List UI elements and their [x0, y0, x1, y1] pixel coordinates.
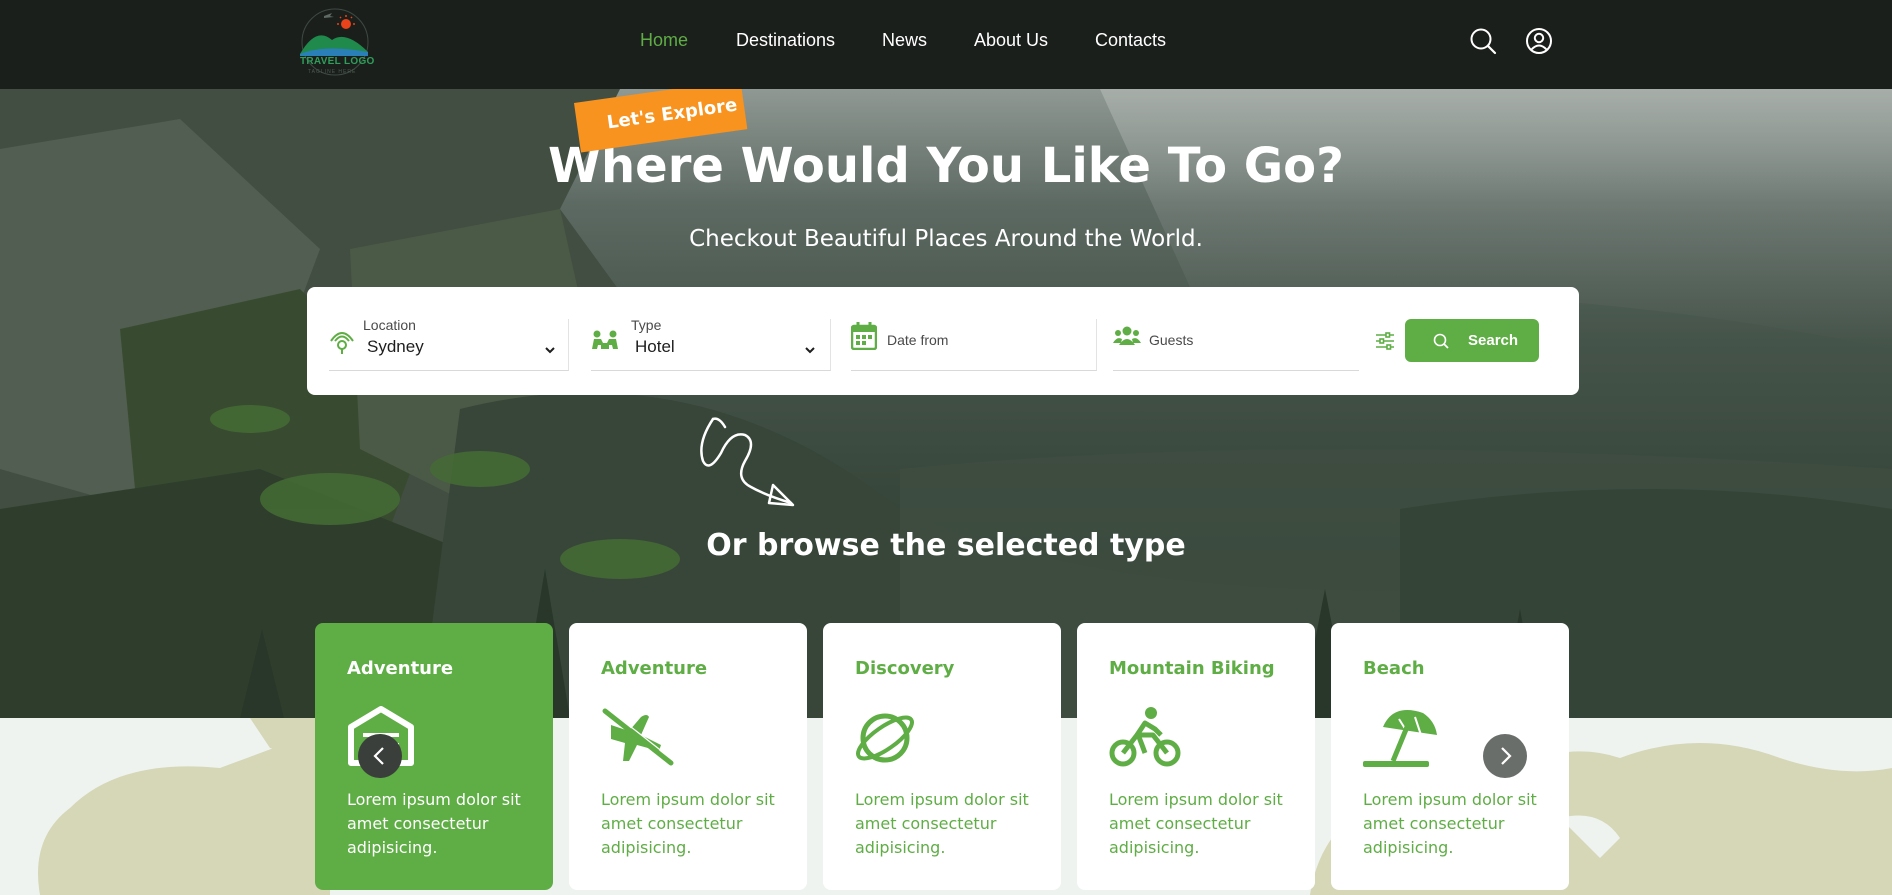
category-card-mountain-biking[interactable]: Mountain Biking Lorem ipsum dolor sit am…	[1077, 623, 1315, 890]
location-label: Location	[363, 317, 416, 333]
location-select[interactable]: Location Sydney	[329, 317, 569, 371]
tag-label: Let's Explore	[605, 94, 739, 134]
date-from-field[interactable]: Date from	[851, 319, 1097, 371]
category-description: Lorem ipsum dolor sit amet consectetur a…	[601, 790, 775, 857]
people-icon	[592, 330, 618, 349]
planet-icon	[856, 713, 914, 763]
category-description: Lorem ipsum dolor sit amet consectetur a…	[855, 790, 1029, 857]
calendar-icon	[851, 322, 877, 350]
nav-home[interactable]: Home	[640, 30, 688, 51]
search-icon	[1433, 333, 1449, 349]
nav-contacts[interactable]: Contacts	[1095, 30, 1166, 51]
nav-about-us[interactable]: About Us	[974, 30, 1048, 51]
category-title: Mountain Biking	[1109, 658, 1275, 679]
hero-subtitle: Checkout Beautiful Places Around the Wor…	[689, 226, 1203, 252]
sliders-icon[interactable]	[1375, 331, 1395, 351]
category-title: Adventure	[347, 658, 454, 679]
nav-news[interactable]: News	[882, 30, 927, 51]
browse-heading: Or browse the selected type	[706, 528, 1186, 563]
logo-text: TRAVEL LOGO	[300, 56, 375, 67]
umbrella-beach-icon	[1363, 710, 1437, 767]
guests-icon	[1113, 326, 1141, 345]
category-title: Beach	[1363, 658, 1425, 679]
plane-off-icon	[602, 707, 674, 766]
logo-tagline: TAGLINE HERE	[308, 69, 357, 75]
date-from-placeholder: Date from	[887, 332, 949, 348]
category-card-discovery[interactable]: Discovery Lorem ipsum dolor sit amet con…	[823, 623, 1061, 890]
location-pin-icon	[330, 332, 354, 354]
category-description: Lorem ipsum dolor sit amet consectetur a…	[1109, 790, 1283, 857]
category-description: Lorem ipsum dolor sit amet consectetur a…	[1363, 790, 1537, 857]
location-value: Sydney	[367, 337, 424, 356]
category-card-adventure[interactable]: Adventure Lorem ipsum dolor sit amet con…	[569, 623, 807, 890]
chevron-right-icon	[1501, 747, 1512, 765]
bicycle-icon	[1109, 707, 1181, 767]
hero-title: Where Would You Like To Go?	[548, 138, 1344, 194]
type-select[interactable]: Type Hotel	[591, 317, 831, 371]
category-card-beach[interactable]: Beach Lorem ipsum dolor sit amet consect…	[1331, 623, 1569, 890]
top-navbar: TRAVEL LOGO TAGLINE HERE Home Destinatio…	[0, 0, 1892, 89]
category-title: Adventure	[601, 658, 708, 679]
search-button-label: Search	[1468, 332, 1519, 349]
category-title: Discovery	[855, 658, 955, 679]
nav-destinations[interactable]: Destinations	[736, 30, 835, 51]
search-form: Location Sydney Type Hotel Date from Gue…	[307, 287, 1579, 395]
type-label: Type	[631, 317, 662, 333]
guests-field[interactable]: Guests	[1113, 319, 1359, 371]
chevron-down-icon	[805, 347, 815, 354]
chevron-left-icon	[373, 747, 384, 765]
search-button[interactable]: Search	[1405, 319, 1539, 362]
category-card-adventure-selected[interactable]: Adventure Lorem ipsum dolor sit amet con…	[315, 623, 553, 890]
category-description: Lorem ipsum dolor sit amet consectetur a…	[347, 790, 521, 857]
search-icon[interactable]	[1469, 27, 1497, 55]
guests-placeholder: Guests	[1149, 332, 1194, 348]
carousel-prev-button[interactable]	[358, 734, 402, 778]
user-account-icon[interactable]	[1525, 27, 1553, 55]
squiggle-arrow-icon	[700, 417, 795, 507]
chevron-down-icon	[545, 347, 555, 354]
carousel-next-button[interactable]	[1483, 734, 1527, 778]
type-value: Hotel	[635, 337, 675, 356]
